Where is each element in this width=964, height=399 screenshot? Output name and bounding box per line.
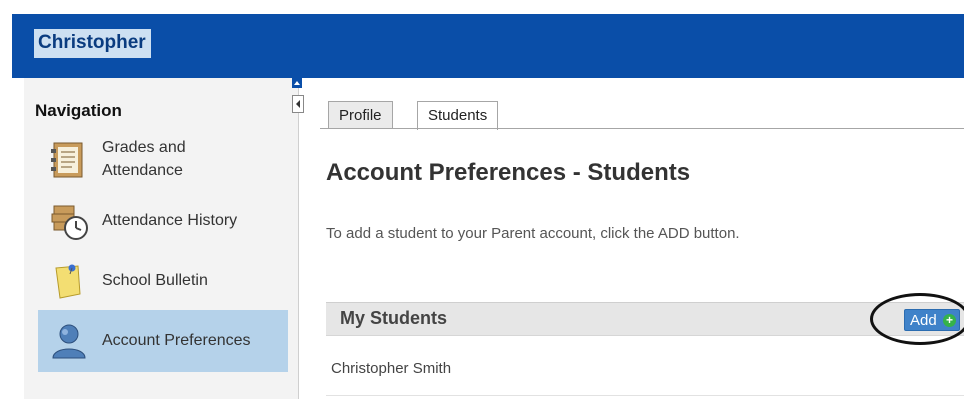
sidebar-divider bbox=[298, 78, 299, 399]
sidebar-item-label: Account Preferences bbox=[102, 332, 251, 349]
account-user-icon bbox=[48, 320, 90, 362]
top-header-bar: Christopher bbox=[12, 14, 964, 78]
tab-students[interactable]: Students bbox=[417, 101, 499, 130]
my-students-header: My Students Add + bbox=[326, 302, 964, 336]
student-list-item[interactable]: Christopher Smith bbox=[331, 360, 451, 377]
navigation-title: Navigation bbox=[35, 101, 122, 120]
navigation-sidebar: Navigation Grades and Attendance Attenda… bbox=[24, 78, 298, 399]
plus-icon: + bbox=[943, 314, 956, 327]
tab-profile[interactable]: Profile bbox=[328, 101, 393, 129]
tabs-divider bbox=[320, 128, 964, 129]
row-divider bbox=[326, 395, 964, 396]
sidebar-item-grades-attendance[interactable]: Grades and Attendance bbox=[38, 133, 288, 187]
collapse-up-icon[interactable] bbox=[292, 78, 302, 88]
gradebook-icon bbox=[48, 139, 90, 181]
sidebar-item-label: Attendance bbox=[102, 162, 183, 179]
sidebar-item-account-preferences[interactable]: Account Preferences bbox=[38, 310, 288, 372]
bulletin-icon bbox=[48, 260, 90, 302]
page-title: Account Preferences - Students bbox=[326, 159, 691, 186]
sidebar-item-label: School Bulletin bbox=[102, 272, 208, 289]
collapse-sidebar-icon[interactable] bbox=[292, 95, 304, 113]
attendance-history-icon bbox=[48, 200, 90, 242]
sidebar-item-label: Attendance History bbox=[102, 212, 238, 229]
my-students-title: My Students bbox=[340, 308, 448, 328]
add-student-button[interactable]: Add + bbox=[904, 309, 960, 331]
sidebar-item-attendance-history[interactable]: Attendance History bbox=[38, 194, 288, 248]
instruction-text: To add a student to your Parent account,… bbox=[326, 225, 740, 242]
sidebar-item-label: Grades and bbox=[102, 139, 186, 156]
sidebar-item-school-bulletin[interactable]: School Bulletin bbox=[38, 254, 288, 308]
add-button-label: Add bbox=[910, 312, 937, 329]
user-name: Christopher bbox=[34, 29, 151, 58]
